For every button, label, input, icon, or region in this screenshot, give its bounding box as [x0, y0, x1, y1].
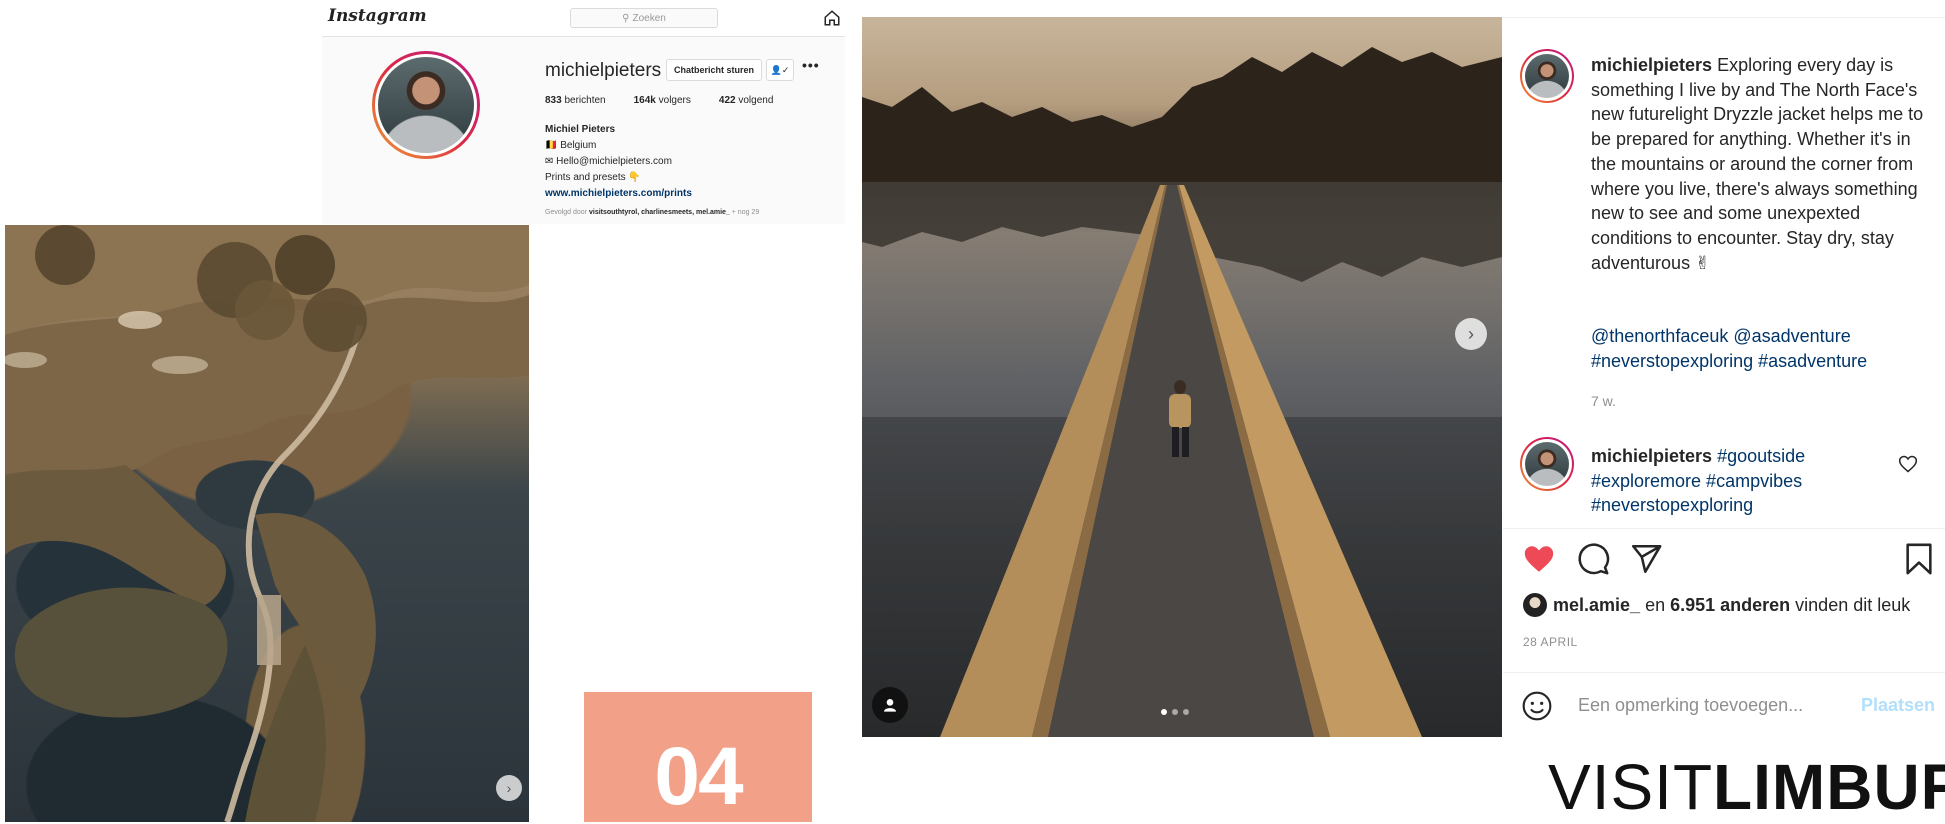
comments-panel: michielpieters Exploring every day is so… [1503, 17, 1945, 737]
divider [1503, 528, 1945, 529]
profile-bio-line: Prints and presets 👇 [545, 172, 641, 183]
comment-avatar[interactable] [1520, 437, 1574, 491]
post-photo[interactable]: › [862, 17, 1502, 737]
tagged-user-icon[interactable] [872, 687, 908, 723]
profile-stats: 833 berichten 164k volgers 422 volgend [545, 95, 773, 106]
caption: michielpieters Exploring every day is so… [1591, 53, 1926, 275]
like-comment-heart-icon[interactable] [1898, 454, 1918, 474]
bridge-scene [862, 47, 1502, 737]
carousel-dot[interactable] [1172, 709, 1178, 715]
heart-filled-icon[interactable] [1521, 542, 1557, 576]
user-check-icon: 👤✓ [770, 64, 790, 75]
following-count[interactable]: 422 volgend [719, 95, 774, 106]
brand-text-thin: VISIT [1548, 751, 1714, 823]
comment-icon[interactable] [1576, 542, 1610, 576]
profile-email: ✉ Hello@michielpieters.com [545, 156, 672, 167]
comment-username[interactable]: michielpieters [1591, 446, 1712, 466]
carousel-dot[interactable] [1183, 709, 1189, 715]
post-date: 28 APRIL [1523, 635, 1578, 649]
golf-scene [5, 225, 529, 822]
search-placeholder: Zoeken [632, 12, 666, 24]
search-input[interactable]: ⚲ Zoeken [570, 8, 718, 28]
liker-avatar[interactable] [1523, 593, 1547, 617]
profile-username: michielpieters [545, 60, 662, 81]
posts-count[interactable]: 833 berichten [545, 95, 606, 106]
likes-line: mel.amie_ en 6.951 anderen vinden dit le… [1523, 593, 1910, 617]
share-icon[interactable] [1629, 542, 1663, 576]
caption-avatar[interactable] [1520, 49, 1574, 103]
home-icon[interactable] [823, 9, 841, 27]
profile-avatar[interactable] [372, 51, 480, 159]
caption-hashtags[interactable]: @thenorthfaceuk @asadventure #neverstope… [1591, 324, 1931, 373]
golf-course-photo: › [5, 225, 529, 822]
caption-age: 7 w. [1591, 393, 1616, 409]
followers-count[interactable]: 164k volgers [634, 95, 691, 106]
profile-location: 🇧🇪 Belgium [545, 140, 597, 151]
caption-username[interactable]: michielpieters [1591, 55, 1712, 75]
bookmark-icon[interactable] [1902, 542, 1936, 576]
carousel-dots [1161, 709, 1189, 715]
divider [1503, 17, 1945, 18]
liker-username[interactable]: mel.amie_ [1553, 595, 1640, 615]
profile-website-link[interactable]: www.michielpieters.com/prints [545, 186, 692, 202]
profile-full-name: Michiel Pieters [545, 124, 616, 135]
next-arrow-icon[interactable]: › [1455, 318, 1487, 350]
brand-logo: VISITLIMBUR [1548, 752, 1945, 822]
number-box: 04 [584, 692, 812, 822]
likes-count[interactable]: 6.951 anderen [1670, 595, 1790, 615]
section-number: 04 [654, 731, 743, 822]
post-comment-button[interactable]: Plaatsen [1861, 695, 1935, 716]
following-button[interactable]: 👤✓ [766, 59, 794, 81]
comment: michielpieters #gooutside #exploremore #… [1591, 444, 1891, 518]
instagram-logo[interactable]: Instagram [328, 6, 427, 26]
profile-panel: Instagram ⚲ Zoeken michielpieters Chatbe… [322, 0, 845, 224]
profile-bio: Michiel Pieters 🇧🇪 Belgium ✉ Hello@michi… [545, 122, 692, 202]
search-icon: ⚲ [622, 12, 630, 24]
caption-text: Exploring every day is something I live … [1591, 55, 1924, 273]
followed-by[interactable]: Gevolgd door visitsouthtyrol, charlinesm… [545, 209, 759, 216]
more-options-icon[interactable]: ••• [802, 57, 820, 73]
message-button[interactable]: Chatbericht sturen [666, 59, 763, 81]
emoji-icon[interactable] [1521, 690, 1553, 722]
next-arrow-icon[interactable]: › [496, 775, 522, 801]
instagram-header: Instagram ⚲ Zoeken [322, 0, 845, 37]
brand-text-bold: LIMBUR [1713, 751, 1945, 823]
carousel-dot[interactable] [1161, 709, 1167, 715]
comment-input[interactable]: Een opmerking toevoegen... [1578, 695, 1803, 716]
add-comment-bar: Een opmerking toevoegen... Plaatsen [1503, 672, 1945, 738]
